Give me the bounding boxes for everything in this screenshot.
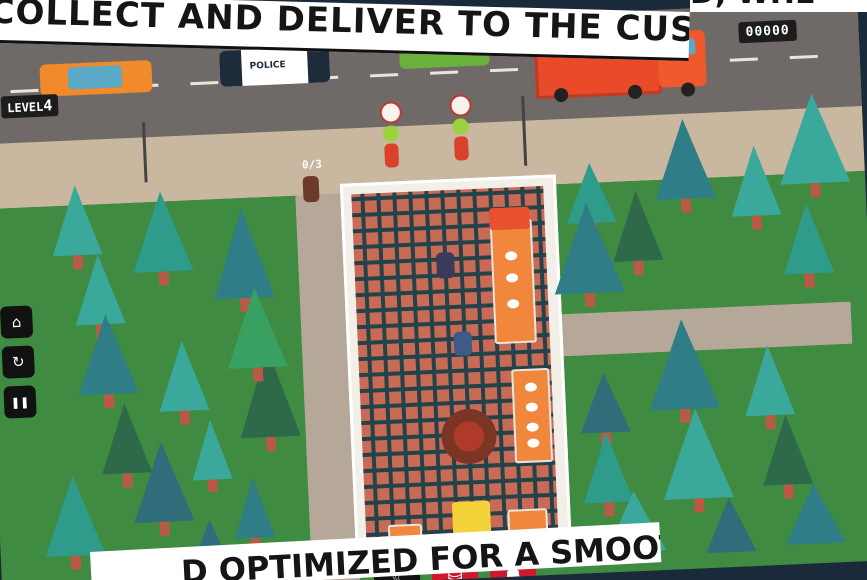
kitchen-counter[interactable]	[489, 206, 537, 345]
pine-tree	[780, 93, 851, 198]
happy-face-icon	[452, 118, 469, 135]
police-label: POLICE	[249, 60, 286, 72]
promo-banner-top-right: D, WHE	[690, 0, 867, 12]
plate	[524, 382, 538, 392]
pine-tree	[227, 287, 288, 382]
customer[interactable]	[449, 94, 474, 161]
customer[interactable]	[379, 101, 404, 168]
plate	[526, 422, 539, 432]
level-number: 4	[42, 96, 53, 115]
police-car: POLICE	[218, 46, 331, 87]
home-icon: ⌂	[11, 312, 22, 332]
level-label: LEVEL	[6, 99, 44, 116]
worker[interactable]	[435, 251, 456, 279]
plate	[525, 402, 538, 412]
customer-body	[453, 136, 469, 161]
restaurant[interactable]	[339, 174, 573, 570]
police-car-trunk	[306, 46, 331, 84]
worker[interactable]	[453, 331, 473, 356]
order-bubble	[449, 94, 473, 117]
home-button[interactable]: ⌂	[0, 305, 34, 339]
promo-banner-top-right-text: D, WHE	[690, 0, 815, 11]
plate	[527, 438, 540, 448]
pause-icon: ❚❚	[10, 395, 30, 409]
plate	[505, 273, 519, 283]
game-viewport: POLICE LEVEL4 00000 0/3 ⌂ ↻ ❚❚ ⛁ ☗ COLLE…	[0, 0, 867, 580]
plate	[507, 299, 520, 309]
pine-tree	[655, 118, 716, 213]
customer-body	[302, 175, 320, 203]
order-bubble	[379, 101, 403, 125]
serving-counter[interactable]	[511, 367, 554, 464]
orange-car	[39, 59, 153, 97]
stove	[489, 206, 530, 231]
customer-body	[384, 143, 400, 168]
game-world[interactable]: POLICE LEVEL4 00000 0/3 ⌂ ↻ ❚❚ ⛁ ☗	[0, 1, 867, 580]
level-indicator: LEVEL4	[0, 94, 59, 119]
score-display: 00000	[738, 19, 798, 44]
car-window	[67, 65, 123, 90]
restart-button[interactable]: ↻	[1, 345, 35, 379]
plate	[504, 251, 518, 261]
pine-tree	[159, 340, 210, 426]
pine-tree	[78, 314, 139, 409]
restart-icon: ↻	[11, 352, 25, 372]
customer-counter: 0/3	[301, 157, 323, 172]
pine-tree	[133, 191, 194, 286]
customer-with-counter[interactable]: 0/3	[301, 153, 323, 203]
pause-button[interactable]: ❚❚	[3, 385, 37, 419]
police-car-hood	[218, 50, 243, 87]
pine-tree	[784, 203, 835, 288]
pine-tree	[706, 497, 757, 554]
happy-face-icon	[382, 125, 400, 142]
pine-tree	[786, 483, 846, 545]
